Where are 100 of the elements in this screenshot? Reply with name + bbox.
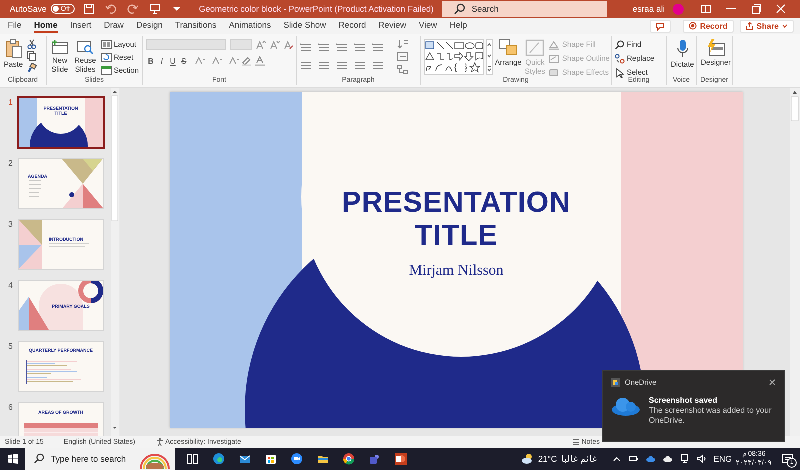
search-field[interactable]: Search [442,1,607,17]
notes-icon [572,438,580,446]
ribbon-tab[interactable]: Animations [229,19,272,33]
font-name-field[interactable] [146,39,226,50]
record-button[interactable]: Record [683,20,734,32]
redo-icon[interactable] [127,3,140,15]
input-language[interactable]: ENG [714,454,732,464]
windows-icon[interactable] [8,454,18,464]
shape-gallery[interactable] [424,39,484,75]
notification-icon[interactable] [782,454,794,464]
browser-icon[interactable] [213,453,225,465]
increase-indent-icon[interactable] [354,42,368,52]
smartart-icon[interactable] [397,65,409,75]
italic-button[interactable]: I [157,56,167,66]
taskbar-search-field[interactable]: Type here to search [25,448,175,470]
window-title: Geometric color block - PowerPoint (Product Activation Failed) [199,4,434,14]
ribbon-tab[interactable]: Transitions [175,19,217,33]
layout-icon [100,40,112,49]
slide-number: 4 [8,280,13,290]
weather-icon[interactable] [521,453,534,465]
save-icon[interactable] [83,3,96,15]
notification-title: Screenshot saved [649,396,718,405]
align-center-icon[interactable] [318,60,332,70]
app-icon [611,378,620,387]
cut-icon[interactable] [27,39,38,49]
outline-icon [548,54,560,64]
comments-button[interactable] [650,20,672,32]
text-direction-icon[interactable] [397,39,409,49]
shrink-font-icon[interactable] [270,40,280,50]
ribbon-tab[interactable]: File [8,19,22,33]
copy-icon[interactable] [27,51,38,61]
shapes-drawing [425,41,483,73]
presentation-app-icon[interactable] [395,453,407,465]
align-right-icon[interactable] [336,60,350,70]
speaker-icon[interactable] [696,454,707,464]
decrease-indent-icon[interactable] [336,42,350,52]
ribbon-tab[interactable]: View [419,19,438,33]
ribbon-tab[interactable]: Draw [104,19,124,33]
user-name: esraa ali [632,4,665,14]
quick-styles-icon [525,39,546,57]
highlight-icon[interactable] [241,56,253,66]
chat-app-icon[interactable] [369,453,381,465]
clear-formatting-icon[interactable] [284,40,294,50]
strikethrough-button[interactable]: S [179,56,189,66]
record-icon [689,22,698,30]
presentation-icon[interactable] [149,3,162,15]
section-icon [100,66,112,75]
cloud-icon[interactable] [662,454,673,464]
search-icon [615,40,625,50]
browser-icon[interactable] [343,453,355,465]
share-button[interactable]: Share [740,20,794,32]
store-icon[interactable] [265,453,277,465]
pointer-icon [615,68,625,78]
ribbon-display-icon[interactable] [700,3,712,15]
character-spacing-icon[interactable] [211,56,223,66]
format-painter-icon[interactable] [27,63,38,73]
undo-icon[interactable] [105,3,118,15]
ribbon-tab[interactable]: Insert [70,19,92,33]
share-icon [746,22,754,30]
gallery-scroll-icon[interactable] [486,39,493,75]
change-case-icon[interactable] [228,56,240,66]
bullets-icon[interactable] [300,42,314,52]
network-icon[interactable] [680,454,690,464]
align-text-icon[interactable] [397,52,409,62]
slide-number: 1 [8,97,13,107]
temperature: 21°C [538,454,558,464]
numbering-icon[interactable] [318,42,332,52]
folder-icon[interactable] [317,453,329,465]
close-icon[interactable] [769,379,776,386]
slide-number: 3 [8,219,13,229]
video-call-icon[interactable] [291,453,303,465]
ribbon-tab[interactable]: Review [378,19,407,33]
grow-font-icon[interactable] [256,40,266,50]
underline-button[interactable]: U [168,56,178,66]
align-left-icon[interactable] [300,60,314,70]
ribbon-tab[interactable]: Record [338,19,366,33]
vertical-scrollbar[interactable] [790,88,800,436]
microphone-icon [676,39,690,59]
line-spacing-icon[interactable] [372,42,386,52]
reuse-slides-icon [76,39,94,55]
text-shadow-icon[interactable] [194,56,206,66]
new-slide-icon [51,39,69,55]
ribbon-tab[interactable]: Help [450,19,468,33]
slide-title: PRESENTATION TITLE [341,187,572,253]
font-size-field[interactable] [230,39,252,50]
ribbon-tab[interactable]: Design [136,19,163,33]
font-color-icon[interactable] [254,56,266,66]
ribbon-tab[interactable]: Slide Show [284,19,326,33]
mail-icon[interactable] [239,453,251,465]
justify-icon[interactable] [354,60,368,70]
replace-icon [615,54,625,64]
clipboard-icon [4,39,23,59]
slide-number: 2 [8,158,13,168]
bold-button[interactable]: B [146,56,156,66]
maximize-icon[interactable] [750,3,762,15]
task-view-icon[interactable] [187,453,199,465]
arrange-icon [498,39,518,57]
autosave-label: AutoSave [10,4,47,14]
columns-icon[interactable] [372,60,386,70]
battery-icon[interactable] [628,454,639,464]
